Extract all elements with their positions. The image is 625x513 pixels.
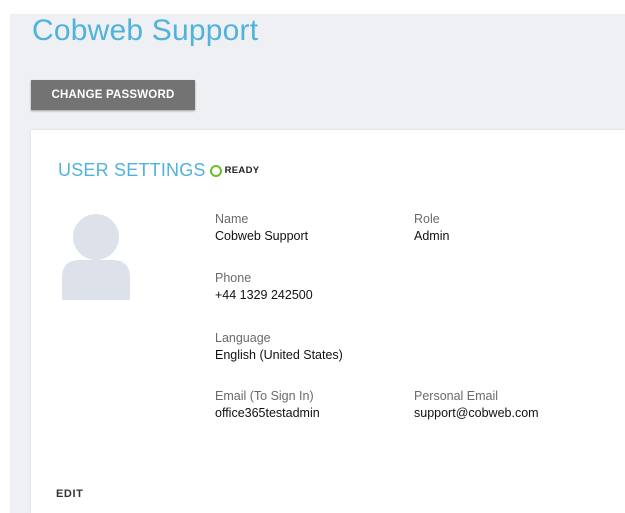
language-value: English (United States) (215, 348, 343, 362)
email-signin-label: Email (To Sign In) (215, 389, 314, 403)
user-silhouette-icon (62, 214, 130, 300)
language-field: Language English (United States) (215, 330, 343, 364)
role-field: Role Admin (414, 211, 449, 245)
name-field: Name Cobweb Support (215, 211, 308, 245)
user-settings-title: USER SETTINGS (58, 160, 206, 180)
language-label: Language (215, 331, 271, 345)
role-value: Admin (414, 229, 450, 243)
phone-field: Phone +44 1329 242500 (215, 270, 313, 304)
email-signin-field: Email (To Sign In) office365testadmin (215, 388, 320, 422)
phone-label: Phone (215, 271, 252, 285)
personal-email-value: support@cobweb.com (414, 406, 539, 420)
role-label: Role (414, 212, 440, 226)
status-ring-icon (209, 164, 222, 177)
phone-value: +44 1329 242500 (215, 288, 313, 302)
personal-email-field: Personal Email support@cobweb.com (414, 388, 539, 422)
change-password-button[interactable]: CHANGE PASSWORD (31, 80, 195, 110)
user-settings-card: USER SETTINGS READY Name Cobweb Support … (31, 130, 625, 513)
edit-button[interactable]: EDIT (56, 488, 83, 500)
status-badge: READY (224, 165, 260, 176)
name-value: Cobweb Support (215, 229, 309, 243)
page-title: Cobweb Support (32, 14, 259, 47)
user-settings-header: USER SETTINGS READY (58, 160, 259, 181)
email-signin-value: office365testadmin (215, 406, 320, 420)
name-label: Name (215, 212, 249, 226)
personal-email-label: Personal Email (414, 389, 499, 403)
